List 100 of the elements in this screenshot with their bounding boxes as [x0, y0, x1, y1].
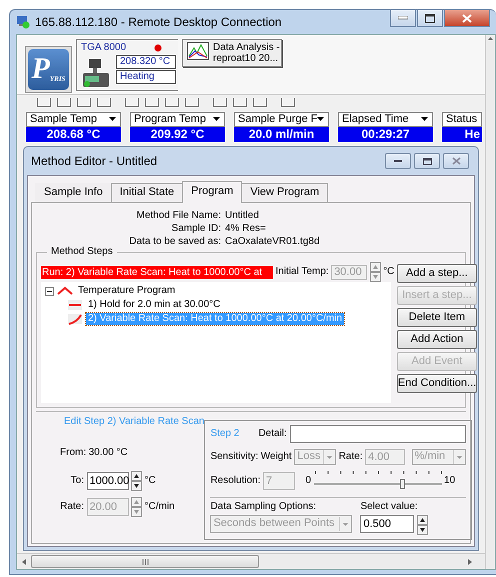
scale-label: 0 — [305, 475, 312, 487]
readout-value: 208.68 °C — [26, 127, 121, 142]
ramp-peak-icon — [57, 286, 73, 296]
minimize-button[interactable] — [385, 153, 411, 169]
input-field[interactable]: 0.500 — [360, 515, 414, 533]
field-value: 4% Res= — [225, 222, 267, 235]
spinner[interactable] — [131, 471, 142, 491]
vertical-scrollbar[interactable] — [485, 35, 495, 569]
action-button[interactable]: Add a step... — [396, 264, 477, 283]
toolbar-button[interactable] — [37, 98, 51, 107]
close-icon — [462, 14, 472, 22]
toolbar-button[interactable] — [165, 98, 179, 107]
minimize-icon — [394, 160, 402, 162]
toolbar-button[interactable] — [281, 98, 295, 107]
hold-step-icon — [67, 299, 83, 311]
readout-selector[interactable]: Status — [442, 112, 482, 127]
input-field[interactable]: 1000.00 — [86, 472, 128, 490]
action-button[interactable]: End Condition... — [396, 374, 477, 393]
field-label: Data to be saved as: — [128, 235, 221, 248]
close-button[interactable] — [444, 10, 490, 27]
dropdown-arrow-icon[interactable] — [317, 117, 324, 122]
tree-item[interactable]: 1) Hold for 2.0 min at 30.00°C — [86, 299, 222, 311]
maximize-button[interactable] — [417, 10, 443, 27]
unit-label: °C — [144, 475, 156, 487]
toolbar-button[interactable] — [97, 98, 111, 107]
instrument-name: TGA 8000 — [81, 42, 126, 54]
toolbar-button[interactable] — [77, 98, 91, 107]
field-label: Detail: — [258, 428, 287, 440]
readout-value: He — [442, 127, 482, 142]
field-label: From: — [60, 447, 86, 459]
field-label: Resolution: — [210, 475, 260, 487]
toolbar-button[interactable] — [145, 98, 159, 107]
field-value: Untitled — [225, 209, 260, 222]
readout-value: 209.92 °C — [130, 127, 225, 142]
close-icon — [452, 157, 460, 165]
group-title: Method Steps — [47, 246, 117, 258]
data-analysis-button[interactable]: Data Analysis - reproat10 20... — [182, 39, 282, 67]
window-title: 165.88.112.180 - Remote Desktop Connection — [35, 14, 282, 30]
readout-selector[interactable]: Program Temp — [130, 112, 225, 127]
state-display: Heating — [116, 70, 176, 84]
scroll-right-icon[interactable] — [467, 558, 473, 566]
action-button[interactable]: Delete Item — [396, 308, 477, 327]
scroll-thumb[interactable] — [31, 555, 259, 568]
toolbar-button[interactable] — [125, 98, 139, 107]
scroll-up-icon[interactable] — [487, 35, 494, 42]
detail-field[interactable] — [290, 425, 466, 443]
toolbar-button[interactable] — [185, 98, 199, 107]
field-label: Initial Temp: — [276, 266, 329, 278]
field-label: Sensitivity: — [210, 451, 258, 463]
maximize-icon — [425, 14, 435, 22]
tab[interactable]: Program — [182, 180, 242, 203]
step-title: Step 2 — [210, 428, 240, 440]
instrument-icon — [81, 57, 111, 89]
scroll-left-icon[interactable] — [21, 558, 27, 566]
run-banner: Run: 2) Variable Rate Scan: Heat to 1000.00°C at — [41, 266, 273, 278]
action-button[interactable]: Add Action — [396, 330, 477, 349]
readout-selector[interactable]: Elapsed Time — [338, 112, 433, 127]
tree-item[interactable]: Temperature Program — [76, 285, 178, 297]
minimize-button[interactable] — [390, 10, 416, 27]
maximize-icon — [422, 158, 432, 164]
dropdown-arrow-icon[interactable] — [109, 117, 116, 122]
tab[interactable]: Sample Info — [35, 182, 112, 202]
field-label: Rate: — [338, 451, 363, 463]
resolution-slider[interactable] — [314, 471, 442, 491]
readout-selector[interactable]: Sample Purge F — [234, 112, 329, 127]
readout-value: 20.0 ml/min — [234, 127, 329, 142]
unit-label: °C/min — [144, 501, 175, 513]
minimize-icon — [398, 16, 408, 20]
scale-label: 10 — [444, 475, 456, 487]
field-label: To: — [70, 475, 84, 487]
spinner[interactable] — [416, 515, 428, 535]
field-label: Weight — [260, 451, 292, 463]
readout-value: 00:29:27 — [338, 127, 433, 142]
chart-icon — [187, 42, 209, 60]
toolbar-button[interactable] — [57, 98, 71, 107]
ramp-step-icon — [67, 313, 83, 325]
toolbar-button[interactable] — [253, 98, 267, 107]
unit-label: °C — [383, 266, 394, 278]
window-title: Method Editor - Untitled — [31, 154, 158, 168]
maximize-button[interactable] — [414, 153, 440, 169]
field-label: Data Sampling Options: — [210, 501, 318, 513]
readout-selector[interactable]: Sample Temp — [26, 112, 121, 127]
field-label: Sample ID: — [170, 222, 221, 235]
dropdown-arrow-icon[interactable] — [421, 117, 428, 122]
field-label: Method File Name: — [136, 209, 221, 222]
toolbar-button[interactable] — [233, 98, 247, 107]
remote-desktop-icon — [16, 15, 30, 29]
horizontal-scrollbar[interactable] — [17, 553, 485, 569]
status-light-icon — [154, 44, 162, 52]
section-title: Edit Step 2) Variable Rate Scan — [64, 416, 204, 428]
field-label: Rate: — [59, 501, 84, 513]
field-value: CaOxalateVR01.tg8d — [225, 235, 321, 248]
tab[interactable]: View Program — [241, 182, 328, 202]
toolbar-button[interactable] — [213, 98, 227, 107]
field-value: 30.00 °C — [88, 447, 128, 459]
temperature-display: 208.320 °C — [116, 55, 176, 69]
collapse-icon[interactable] — [45, 286, 54, 296]
dropdown-arrow-icon[interactable] — [213, 117, 220, 122]
tab[interactable]: Initial State — [110, 182, 184, 202]
field-label: Select value: — [360, 501, 419, 513]
